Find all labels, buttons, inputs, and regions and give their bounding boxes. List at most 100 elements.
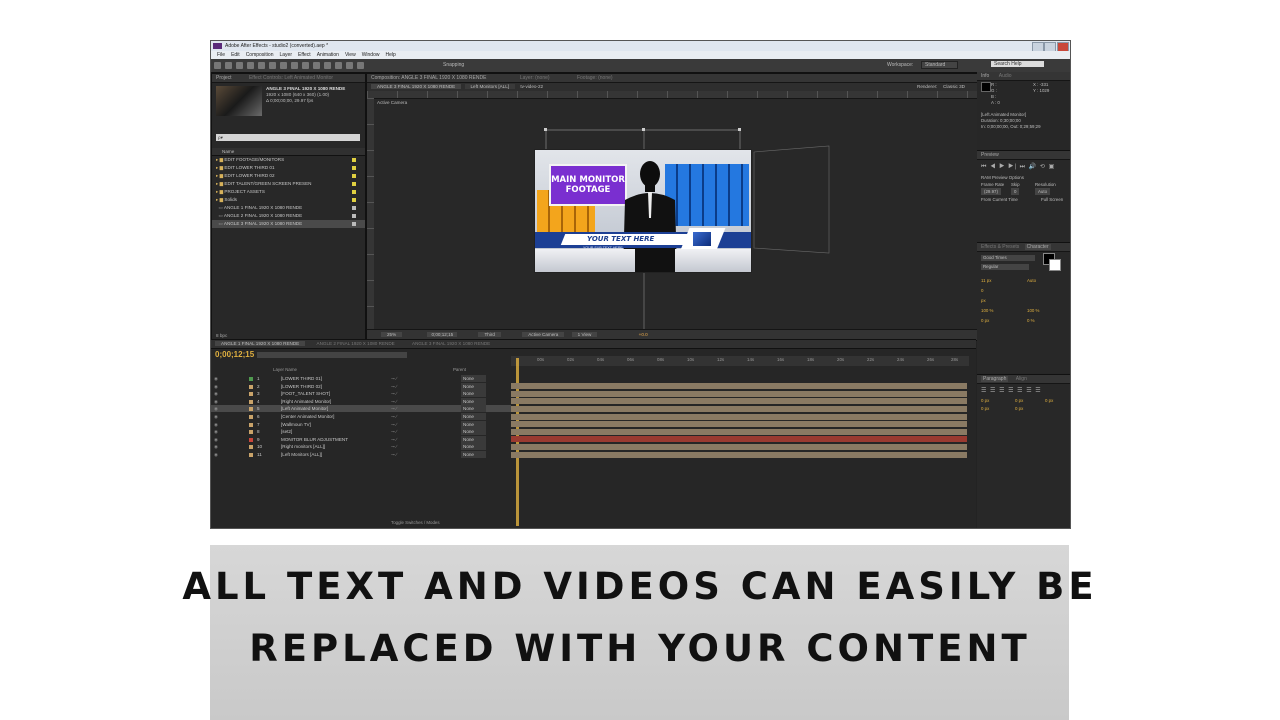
label-color-swatch[interactable] [249, 445, 253, 450]
layer-duration-bar[interactable] [511, 421, 967, 428]
label-color-swatch[interactable] [249, 453, 253, 457]
unit-value[interactable]: px [981, 296, 993, 306]
visibility-eye-icon[interactable]: ◉ [214, 436, 218, 443]
roto-brush-tool-icon[interactable] [346, 62, 353, 69]
pen-tool-icon[interactable] [291, 62, 298, 69]
tab-audio[interactable]: Audio [999, 73, 1012, 79]
font-select[interactable]: Good Times [981, 255, 1035, 261]
main-monitor-label[interactable]: MAIN MONITOR FOOTAGE [549, 164, 627, 206]
tab-angle3[interactable]: ANGLE 3 FINAL 1920 X 1080 RENDE [406, 341, 496, 346]
tab-align[interactable]: Align [1016, 376, 1027, 382]
tab-paragraph[interactable]: Paragraph [981, 376, 1009, 382]
font-style-select[interactable]: Regular [981, 264, 1029, 270]
puppet-tool-icon[interactable] [357, 62, 364, 69]
list-item[interactable]: ▭ ANGLE 2 FINAL 1920 X 1080 RENDE [212, 212, 365, 220]
renderer-value[interactable]: Classic 3D [943, 83, 965, 91]
paragraph-align-buttons[interactable]: ☰ ☰ ☰ ☰ ☰ ☰ ☰ [981, 387, 1066, 394]
list-item[interactable]: ▸ ▆ EDIT TALENT/GREEN SCREEN PRESEN [212, 180, 365, 188]
breadcrumb-comp[interactable]: ANGLE 3 FINAL 1920 X 1080 RENDE [371, 84, 462, 89]
list-item[interactable]: ▸ ▆ EDIT LOWER THIRD 01 [212, 164, 365, 172]
leading-value[interactable]: Auto [1027, 276, 1039, 286]
table-row[interactable]: ◉ 2 [LOWER THIRD 02] ⊸ ∕ None [211, 382, 511, 390]
tab-preview[interactable]: Preview [977, 151, 1070, 160]
baseline-value[interactable]: 0 px [981, 316, 993, 326]
label-color-swatch[interactable] [249, 437, 253, 442]
layer-duration-bar[interactable] [511, 390, 967, 397]
parent-select[interactable]: None [461, 435, 486, 443]
tab-effects-presets[interactable]: Effects & Presets [981, 244, 1019, 250]
parent-select[interactable]: None [461, 390, 486, 398]
menu-effect[interactable]: Effect [298, 52, 311, 58]
menu-edit[interactable]: Edit [231, 52, 240, 58]
scale-v-value[interactable]: 100 % [981, 306, 993, 316]
menu-animation[interactable]: Animation [317, 52, 339, 58]
label-color-swatch[interactable] [249, 399, 253, 404]
parent-select[interactable]: None [461, 397, 486, 405]
pan-behind-tool-icon[interactable] [269, 62, 276, 69]
snapping-label[interactable]: Snapping [443, 62, 464, 68]
first-line-value[interactable]: 0 px [1045, 397, 1053, 405]
menu-help[interactable]: Help [385, 52, 395, 58]
tab-layer[interactable]: Layer: (none) [520, 75, 550, 81]
list-item[interactable]: ▭ ANGLE 3 FINAL 1920 X 1080 RENDE [212, 220, 365, 228]
breadcrumb-layer[interactable]: Left Monitors [ALL] [464, 84, 516, 89]
workspace-select[interactable]: Standard [921, 61, 959, 69]
parent-select[interactable]: None [461, 443, 486, 451]
zoom-select[interactable]: 25% [381, 332, 403, 337]
layer-duration-bar[interactable] [511, 405, 967, 412]
layer-duration-bar[interactable] [511, 398, 967, 405]
visibility-eye-icon[interactable]: ◉ [214, 405, 218, 412]
layer-duration-bar[interactable] [511, 451, 967, 458]
list-item[interactable]: ▸ ▆ PROJECT ASSETS [212, 188, 365, 196]
tab-project[interactable]: Project [216, 75, 232, 81]
label-color-swatch[interactable] [249, 407, 253, 412]
table-row[interactable]: ◉ 9 MONITOR BLUR ADJUSTMENT ⊸ ∕ None [211, 435, 511, 443]
menu-file[interactable]: File [217, 52, 225, 58]
visibility-eye-icon[interactable]: ◉ [214, 421, 218, 428]
type-tool-icon[interactable] [302, 62, 309, 69]
parent-select[interactable]: None [461, 420, 486, 428]
stroke-color-swatch[interactable] [1049, 259, 1061, 271]
tab-angle1[interactable]: ANGLE 1 FINAL 1920 X 1080 RENDE [215, 341, 306, 346]
toggle-switches-modes[interactable]: Toggle Switches / Modes [391, 520, 440, 525]
table-row[interactable]: ◉ 3 [FOOT_TALENT SHOT] ⊸ ∕ None [211, 390, 511, 398]
selection-tool-icon[interactable] [214, 62, 221, 69]
parent-column[interactable]: Parent [453, 367, 466, 372]
brush-tool-icon[interactable] [313, 62, 320, 69]
label-color-swatch[interactable] [249, 422, 253, 427]
table-row[interactable]: ◉ 6 [Center Animated Monitor] ⊸ ∕ None [211, 413, 511, 420]
layer-duration-bar[interactable] [511, 443, 967, 450]
tsume-value[interactable]: 0 % [1027, 316, 1039, 326]
parent-select[interactable]: None [461, 382, 486, 390]
full-screen-checkbox[interactable]: Full Screen [1041, 197, 1063, 202]
label-color-swatch[interactable] [249, 384, 253, 389]
table-row[interactable]: ◉ 8 [set2] ⊸ ∕ None [211, 428, 511, 436]
visibility-eye-icon[interactable]: ◉ [214, 398, 218, 405]
label-color-swatch[interactable] [249, 377, 253, 381]
switches-icon[interactable]: ⊸ ∕ [391, 383, 397, 390]
indent-left-value[interactable]: 0 px [981, 397, 989, 405]
comp-frame[interactable]: MAIN MONITOR FOOTAGE YOUR TEXT HERE YOUR… [534, 149, 752, 273]
breadcrumb-extra[interactable]: tv-video-22 [520, 84, 543, 89]
list-item[interactable]: ▭ ANGLE 1 FINAL 1920 X 1080 RENDE [212, 204, 365, 212]
layer-name-column[interactable]: Layer Name [273, 367, 297, 372]
switches-icon[interactable]: ⊸ ∕ [391, 375, 397, 382]
zoom-tool-icon[interactable] [236, 62, 243, 69]
ram-preview-options[interactable]: RAM Preview Options [981, 174, 1066, 181]
visibility-eye-icon[interactable]: ◉ [214, 413, 218, 420]
visibility-eye-icon[interactable]: ◉ [214, 443, 218, 450]
switches-icon[interactable]: ⊸ ∕ [391, 428, 397, 435]
skip-input[interactable]: 0 [1011, 188, 1020, 195]
layer-duration-bar[interactable] [511, 383, 967, 390]
project-name-column[interactable]: Name [212, 148, 365, 156]
hand-tool-icon[interactable] [225, 62, 232, 69]
camera-tool-icon[interactable] [258, 62, 265, 69]
view-camera-select[interactable]: Active Camera [522, 332, 565, 337]
menu-layer[interactable]: Layer [279, 52, 292, 58]
tab-info[interactable]: Info [981, 73, 989, 79]
visibility-eye-icon[interactable]: ◉ [214, 451, 218, 458]
visibility-eye-icon[interactable]: ◉ [214, 375, 218, 382]
switches-icon[interactable]: ⊸ ∕ [391, 421, 397, 428]
switches-icon[interactable]: ⊸ ∕ [391, 405, 397, 412]
tab-angle2[interactable]: ANGLE 2 FINAL 1920 X 1080 RENDE [311, 341, 401, 346]
